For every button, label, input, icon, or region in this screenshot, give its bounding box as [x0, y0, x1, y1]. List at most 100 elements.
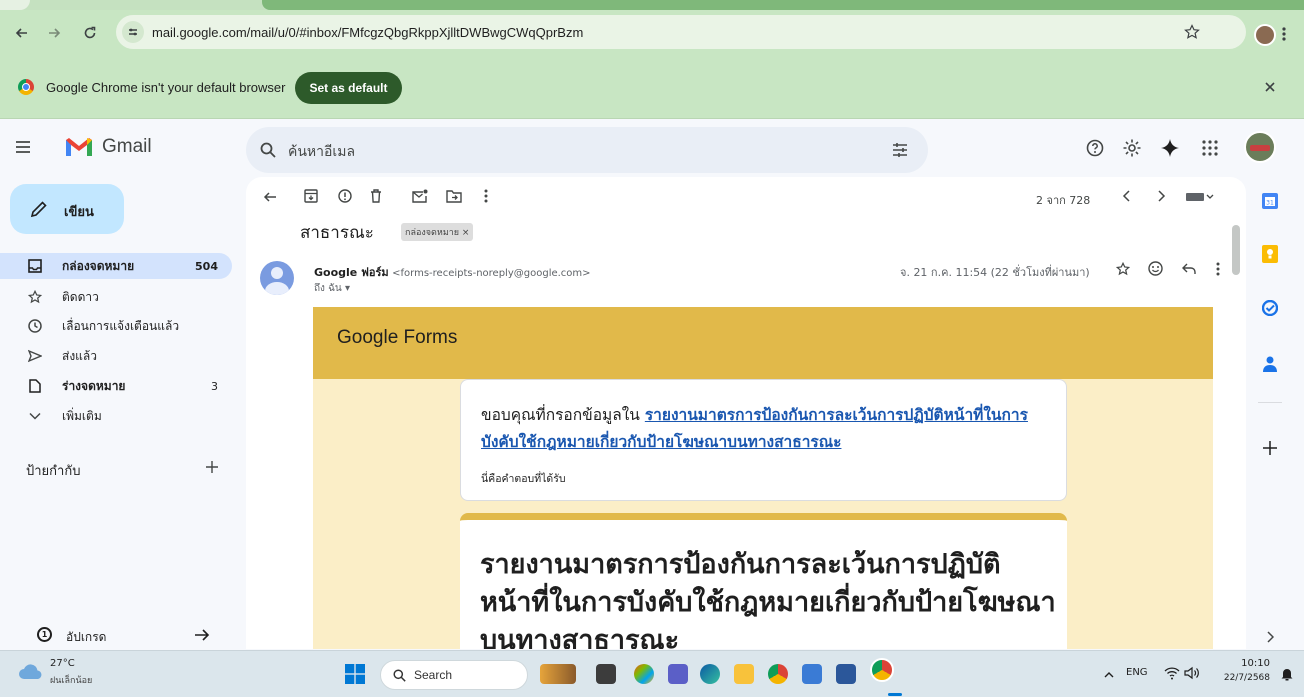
site-info-icon[interactable]: [122, 21, 144, 43]
search-options-icon[interactable]: [892, 142, 908, 158]
active-app-indicator: [888, 693, 902, 696]
sidebar-item-label: ติดดาว: [62, 289, 99, 304]
teams-icon[interactable]: [668, 664, 688, 684]
address-bar[interactable]: mail.google.com/mail/u/0/#inbox/FMfcgzQb…: [116, 15, 1246, 49]
contacts-icon[interactable]: [1258, 352, 1282, 376]
email-more-icon[interactable]: [1216, 262, 1220, 276]
sidebar-item-inbox[interactable]: กล่องจดหมาย 504: [0, 253, 232, 279]
emoji-react-icon[interactable]: [1148, 261, 1163, 276]
widgets-icon[interactable]: [540, 664, 576, 684]
chrome-active-icon[interactable]: [870, 658, 894, 682]
weather-cloud-icon[interactable]: [18, 661, 44, 681]
chrome-logo-icon: [18, 79, 34, 95]
sender-line: Google ฟอร์ม <forms-receipts-noreply@goo…: [314, 263, 591, 281]
clock-time[interactable]: 10:10: [1230, 658, 1270, 669]
task-view-icon[interactable]: [596, 664, 616, 684]
newer-chevron-icon[interactable]: [1122, 189, 1132, 203]
search-bar[interactable]: ค้นหาอีเมล: [246, 127, 928, 173]
sidebar-item-drafts[interactable]: ร่างจดหมาย 3: [0, 373, 232, 399]
recipient-line[interactable]: ถึง ฉัน ▾: [314, 281, 350, 296]
main-menu-icon[interactable]: [15, 140, 31, 154]
tray-chevron-up-icon[interactable]: [1104, 671, 1114, 678]
default-browser-infobar: Google Chrome isn't your default browser…: [0, 56, 1304, 119]
gemini-sparkle-icon[interactable]: [1160, 138, 1180, 158]
email-subject: สาธารณะ: [300, 223, 374, 243]
back-to-inbox-icon[interactable]: [262, 189, 278, 205]
settings-gear-icon[interactable]: [1122, 138, 1142, 158]
sidebar-item-snoozed[interactable]: เลื่อนการแจ้งเตือนแล้ว: [0, 313, 232, 339]
clock-date[interactable]: 22/7/2568: [1222, 673, 1270, 683]
upgrade-label: อัปเกรด: [66, 630, 107, 644]
file-explorer-icon[interactable]: [734, 664, 754, 684]
form-response-card: รายงานมาตรการป้องกันการละเว้นการปฏิบัติห…: [460, 513, 1067, 649]
browser-toolbar: mail.google.com/mail/u/0/#inbox/FMfcgzQb…: [0, 10, 1304, 56]
mail-view-pane: 2 จาก 728 สาธารณะ กล่องจดหมาย × Google ฟ…: [246, 177, 1246, 649]
sidebar-item-starred[interactable]: ติดดาว: [0, 284, 232, 310]
received-note: นี่คือคำตอบที่ได้รับ: [481, 473, 566, 485]
upgrade-item[interactable]: 1 อัปเกรด: [0, 622, 232, 648]
scrollbar-thumb[interactable]: [1232, 225, 1240, 275]
inactive-tab[interactable]: [0, 0, 30, 10]
older-chevron-icon[interactable]: [1156, 189, 1166, 203]
taskbar-search[interactable]: Search: [380, 660, 528, 690]
windows-start-icon[interactable]: [345, 664, 365, 684]
add-addon-icon[interactable]: [1258, 436, 1282, 460]
set-default-button[interactable]: Set as default: [295, 72, 402, 104]
search-input[interactable]: ค้นหาอีเมล: [288, 141, 355, 163]
archive-icon[interactable]: [304, 189, 318, 203]
input-tools-icon[interactable]: [1186, 192, 1214, 202]
gmail-header: Gmail ค้นหาอีเมล: [0, 119, 1304, 177]
forward-arrow-icon[interactable]: [40, 19, 68, 47]
reload-icon[interactable]: [76, 19, 104, 47]
gmail-logo-text: Gmail: [102, 136, 152, 157]
back-arrow-icon[interactable]: [8, 19, 36, 47]
sender-name[interactable]: Google ฟอร์ม: [314, 266, 389, 279]
sidebar-item-more[interactable]: เพิ่มเติม: [0, 403, 232, 429]
tasks-icon[interactable]: [1258, 296, 1282, 320]
volume-icon[interactable]: [1184, 666, 1200, 680]
active-tab[interactable]: [262, 0, 1304, 10]
gmail-logo-icon[interactable]: [64, 136, 94, 158]
weather-desc: ฝนเล็กน้อย: [50, 676, 93, 686]
apps-grid-icon[interactable]: [1202, 140, 1218, 156]
edge-icon[interactable]: [700, 664, 720, 684]
tab-strip: [0, 0, 1304, 10]
form-title: รายงานมาตรการป้องกันการละเว้นการปฏิบัติห…: [480, 549, 1056, 649]
expand-panel-icon[interactable]: [1258, 625, 1282, 649]
add-label-icon[interactable]: [206, 461, 218, 473]
keep-icon[interactable]: [1258, 242, 1282, 266]
chrome-taskbar-icon[interactable]: [768, 664, 788, 684]
calendar-icon[interactable]: 31: [1258, 189, 1282, 213]
compose-label: เขียน: [64, 205, 94, 220]
wifi-icon[interactable]: [1164, 666, 1180, 680]
move-to-icon[interactable]: [446, 189, 462, 203]
sidebar-item-label: เพิ่มเติม: [62, 408, 102, 423]
inbox-icon: [26, 259, 44, 273]
upgrade-icon: 1: [37, 627, 52, 642]
account-avatar[interactable]: [1244, 131, 1276, 163]
more-actions-icon[interactable]: [484, 189, 488, 203]
copilot-icon[interactable]: [634, 664, 654, 684]
help-icon[interactable]: [1086, 139, 1104, 157]
input-language[interactable]: ENG: [1126, 667, 1148, 678]
trash-icon[interactable]: [370, 189, 382, 203]
notification-icon[interactable]: [1280, 667, 1294, 681]
star-email-icon[interactable]: [1116, 262, 1130, 276]
reply-icon[interactable]: [1182, 263, 1196, 275]
profile-avatar[interactable]: [1254, 24, 1276, 46]
calculator-icon[interactable]: [802, 664, 822, 684]
mark-unread-icon[interactable]: [412, 189, 428, 203]
sidebar-item-sent[interactable]: ส่งแล้ว: [0, 343, 232, 369]
search-icon[interactable]: [260, 142, 276, 158]
sidebar-item-label: กล่องจดหมาย: [62, 258, 135, 273]
kebab-menu-icon[interactable]: [1282, 27, 1286, 41]
report-spam-icon[interactable]: [338, 189, 352, 203]
windows-taskbar: 27°C ฝนเล็กน้อย Search ENG 10:10 22/7/25…: [0, 650, 1304, 697]
word-icon[interactable]: [836, 664, 856, 684]
thanks-card: ขอบคุณที่กรอกข้อมูลใน รายงานมาตรการป้องก…: [460, 379, 1067, 501]
close-icon[interactable]: [1264, 81, 1276, 93]
compose-button[interactable]: เขียน: [10, 184, 124, 234]
unread-count: 504: [195, 259, 218, 273]
inbox-label-chip[interactable]: กล่องจดหมาย ×: [401, 223, 474, 241]
bookmark-star-icon[interactable]: [1184, 24, 1200, 40]
